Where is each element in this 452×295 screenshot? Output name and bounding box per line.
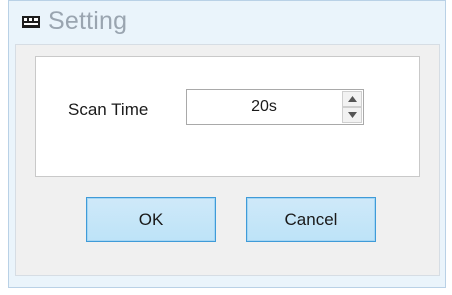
window-title: Setting xyxy=(48,7,128,35)
ok-button[interactable]: OK xyxy=(86,197,216,242)
spin-down-button[interactable] xyxy=(342,107,362,123)
title-bar[interactable]: Setting xyxy=(8,0,446,44)
settings-dialog: Setting Scan Time OK Cancel xyxy=(0,0,452,295)
scan-time-input[interactable] xyxy=(187,90,341,124)
arrow-up-icon xyxy=(348,96,357,102)
cancel-button[interactable]: Cancel xyxy=(246,197,376,242)
spin-up-button[interactable] xyxy=(342,91,362,107)
arrow-down-icon xyxy=(348,112,357,118)
scan-time-label: Scan Time xyxy=(68,100,149,119)
app-window-icon xyxy=(22,15,40,28)
scan-time-spinner[interactable] xyxy=(186,89,364,125)
spinner-buttons xyxy=(342,91,362,123)
